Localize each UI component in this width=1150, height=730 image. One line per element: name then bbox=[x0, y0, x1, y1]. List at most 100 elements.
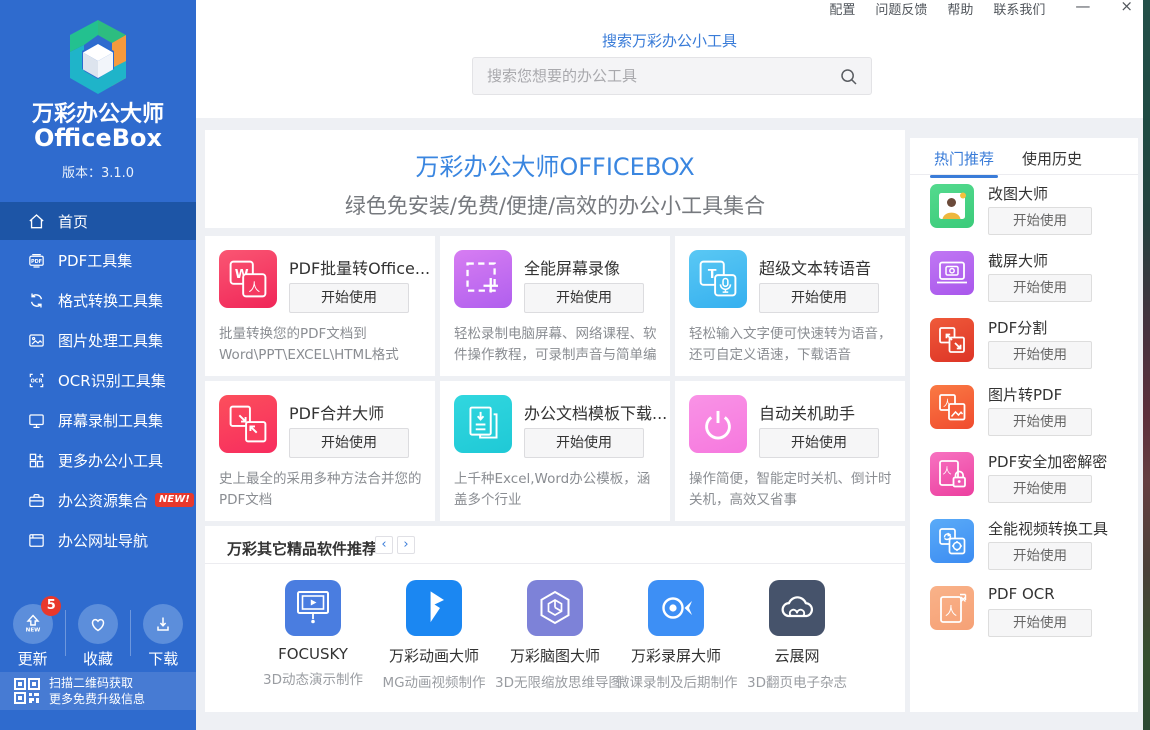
sidebar-item-more-tools[interactable]: 更多办公小工具 bbox=[0, 440, 196, 480]
carousel-next-button[interactable]: › bbox=[397, 536, 415, 554]
update-button[interactable]: 5 NEW 更新 bbox=[0, 596, 65, 668]
sidebar-item-office-resources[interactable]: 办公资源集合 NEW! bbox=[0, 480, 196, 520]
tool-card-title: PDF合并大师 bbox=[289, 404, 385, 423]
tool-card-desc: 史上最全的采用多种方法合并您的PDF文档 bbox=[219, 471, 422, 508]
software-desc: 微课录制及后期制作 bbox=[616, 675, 738, 691]
sidebar-item-home[interactable]: 首页 bbox=[0, 202, 196, 240]
close-button[interactable]: × bbox=[1120, 0, 1133, 15]
start-button[interactable]: 开始使用 bbox=[988, 341, 1092, 369]
config-link[interactable]: 配置 bbox=[829, 0, 855, 18]
tool-card-screen-capture: 全能屏幕录像 开始使用 轻松录制电脑屏幕、网络课程、软件操作教程，可录制声音与简… bbox=[440, 236, 670, 376]
start-button[interactable]: 开始使用 bbox=[289, 428, 409, 458]
software-item-animation-master[interactable]: 万彩动画大师 MG动画视频制作 bbox=[374, 580, 494, 691]
software-name: FOCUSKY bbox=[278, 645, 348, 663]
software-item-yunzhan[interactable]: 云展网 3D翻页电子杂志 bbox=[737, 580, 857, 691]
start-button[interactable]: 开始使用 bbox=[759, 283, 879, 313]
panel-item-image-to-pdf: 人 图片转PDF 开始使用 bbox=[930, 383, 1126, 443]
panel-item-name: PDF分割 bbox=[988, 319, 1048, 337]
start-button[interactable]: 开始使用 bbox=[988, 542, 1092, 570]
start-button[interactable]: 开始使用 bbox=[988, 274, 1092, 302]
recommend-card: 万彩其它精品软件推荐 ‹ › FOCUSKY 3D动态演示制作 万彩动画大师 M… bbox=[205, 526, 905, 712]
search-icon[interactable] bbox=[839, 67, 859, 87]
desktop-background-strip bbox=[1143, 0, 1150, 730]
sidebar-item-pdf-tools[interactable]: PDF PDF工具集 bbox=[0, 240, 196, 280]
search-box bbox=[472, 57, 872, 95]
panel-item-name: PDF OCR bbox=[988, 585, 1055, 603]
web-nav-icon bbox=[29, 533, 44, 547]
sidebar-item-image-tools[interactable]: 图片处理工具集 bbox=[0, 320, 196, 360]
download-button[interactable]: 下载 bbox=[131, 600, 196, 668]
sidebar-item-web-nav[interactable]: 办公网址导航 bbox=[0, 520, 196, 560]
tool-card-title: 自动关机助手 bbox=[759, 404, 856, 423]
tab-hot-recommend[interactable]: 热门推荐 bbox=[929, 148, 999, 178]
qr-promo[interactable]: 扫描二维码获取 更多免费升级信息 bbox=[0, 672, 196, 710]
software-item-screen-recorder[interactable]: 万彩录屏大师 微课录制及后期制作 bbox=[616, 580, 738, 691]
update-label: 更新 bbox=[17, 650, 48, 668]
panel-item-name: 改图大师 bbox=[988, 185, 1049, 203]
start-button[interactable]: 开始使用 bbox=[289, 283, 409, 313]
svg-text:人: 人 bbox=[942, 466, 951, 477]
start-button[interactable]: 开始使用 bbox=[759, 428, 879, 458]
start-button[interactable]: 开始使用 bbox=[988, 408, 1092, 436]
panel-item-screenshot-master: 截屏大师 开始使用 bbox=[930, 249, 1126, 309]
panel-item-pdf-ocr: 人 PDF OCR 开始使用 bbox=[930, 584, 1126, 644]
tool-card-desc: 轻松输入文字便可快速转为语音，还可自定义语速，下载语音 bbox=[689, 326, 892, 363]
photo-editor-icon bbox=[939, 192, 966, 219]
software-desc: MG动画视频制作 bbox=[382, 675, 486, 691]
tool-card-pdf-merge: PDF合并大师 开始使用 史上最全的采用多种方法合并您的PDF文档 bbox=[205, 381, 435, 521]
titlebar: 配置 问题反馈 帮助 联系我们 — × bbox=[809, 0, 1133, 18]
start-button[interactable]: 开始使用 bbox=[988, 609, 1092, 637]
favorite-label: 收藏 bbox=[82, 650, 113, 668]
start-button[interactable]: 开始使用 bbox=[524, 283, 644, 313]
sidebar-item-screen-record-tools[interactable]: 屏幕录制工具集 bbox=[0, 400, 196, 440]
feedback-link[interactable]: 问题反馈 bbox=[875, 0, 927, 18]
tab-usage-history[interactable]: 使用历史 bbox=[1022, 148, 1082, 169]
start-button[interactable]: 开始使用 bbox=[524, 428, 644, 458]
panel-item-video-convert: 全能视频转换工具 开始使用 bbox=[930, 517, 1126, 577]
screen-recorder-icon bbox=[662, 597, 692, 619]
search-area-title: 搜索万彩办公小工具 bbox=[601, 32, 737, 50]
search-input[interactable] bbox=[473, 58, 871, 94]
top-search-area: 配置 问题反馈 帮助 联系我们 — × 搜索万彩办公小工具 bbox=[196, 0, 1143, 118]
pdf-tools-icon: PDF bbox=[29, 253, 44, 268]
qr-code-icon bbox=[14, 678, 40, 704]
tool-card-title: PDF批量转Office... bbox=[289, 259, 431, 278]
sidebar-actions: 5 NEW 更新 收藏 下载 bbox=[0, 596, 196, 668]
help-link[interactable]: 帮助 bbox=[947, 0, 973, 18]
software-item-mindmap-master[interactable]: 万彩脑图大师 3D无限缩放思维导图 bbox=[495, 580, 622, 691]
carousel-prev-button[interactable]: ‹ bbox=[375, 536, 393, 554]
start-button[interactable]: 开始使用 bbox=[988, 207, 1092, 235]
svg-text:NEW: NEW bbox=[25, 628, 40, 634]
video-convert-icon bbox=[939, 528, 966, 555]
panel-item-name: 截屏大师 bbox=[988, 252, 1049, 270]
sidebar-item-ocr-tools[interactable]: OCR OCR识别工具集 bbox=[0, 360, 196, 400]
doc-template-download-icon bbox=[469, 406, 498, 439]
contact-link[interactable]: 联系我们 bbox=[993, 0, 1045, 18]
download-label: 下载 bbox=[148, 650, 179, 668]
auto-shutdown-icon bbox=[705, 410, 731, 440]
software-desc: 3D翻页电子杂志 bbox=[747, 675, 847, 691]
tool-card-text-to-speech: T 超级文本转语音 开始使用 轻松输入文字便可快速转为语音，还可自定义语速，下载… bbox=[675, 236, 905, 376]
download-icon bbox=[157, 617, 169, 631]
software-name: 万彩脑图大师 bbox=[509, 647, 600, 665]
image-to-pdf-icon: 人 bbox=[939, 394, 966, 421]
pdf-split-icon bbox=[939, 327, 965, 353]
pdf-ocr-icon: 人 bbox=[940, 593, 967, 623]
banner-subtitle: 绿色免安装/免费/便捷/高效的办公小工具集合 bbox=[344, 194, 766, 218]
sidebar-item-label: 办公资源集合 bbox=[58, 491, 149, 510]
software-item-focusky[interactable]: FOCUSKY 3D动态演示制作 bbox=[253, 580, 373, 691]
app-window: 万彩办公大师 OfficeBox 版本：3.1.0 首页 PDF PDF工具集 … bbox=[0, 0, 1150, 730]
banner-card: 万彩办公大师OFFICEBOX 绿色免安装/免费/便捷/高效的办公小工具集合 bbox=[205, 130, 905, 228]
minimize-button[interactable]: — bbox=[1075, 0, 1090, 15]
software-name: 云展网 bbox=[774, 647, 820, 665]
start-button[interactable]: 开始使用 bbox=[988, 475, 1092, 503]
pdf-to-office-icon: W 人 bbox=[229, 260, 267, 298]
favorite-button[interactable]: 收藏 bbox=[65, 600, 130, 668]
sidebar-item-format-convert[interactable]: 格式转换工具集 bbox=[0, 280, 196, 320]
tool-card-doc-template: 办公文档模板下载... 开始使用 上千种Excel,Word办公模板，涵盖多个行… bbox=[440, 381, 670, 521]
sidebar-item-label: OCR识别工具集 bbox=[58, 371, 166, 390]
screen-record-tools-icon bbox=[29, 413, 44, 428]
update-count-badge: 5 bbox=[41, 596, 62, 616]
panel-item-name: 图片转PDF bbox=[988, 386, 1063, 404]
sidebar-item-label: 办公网址导航 bbox=[58, 531, 149, 550]
